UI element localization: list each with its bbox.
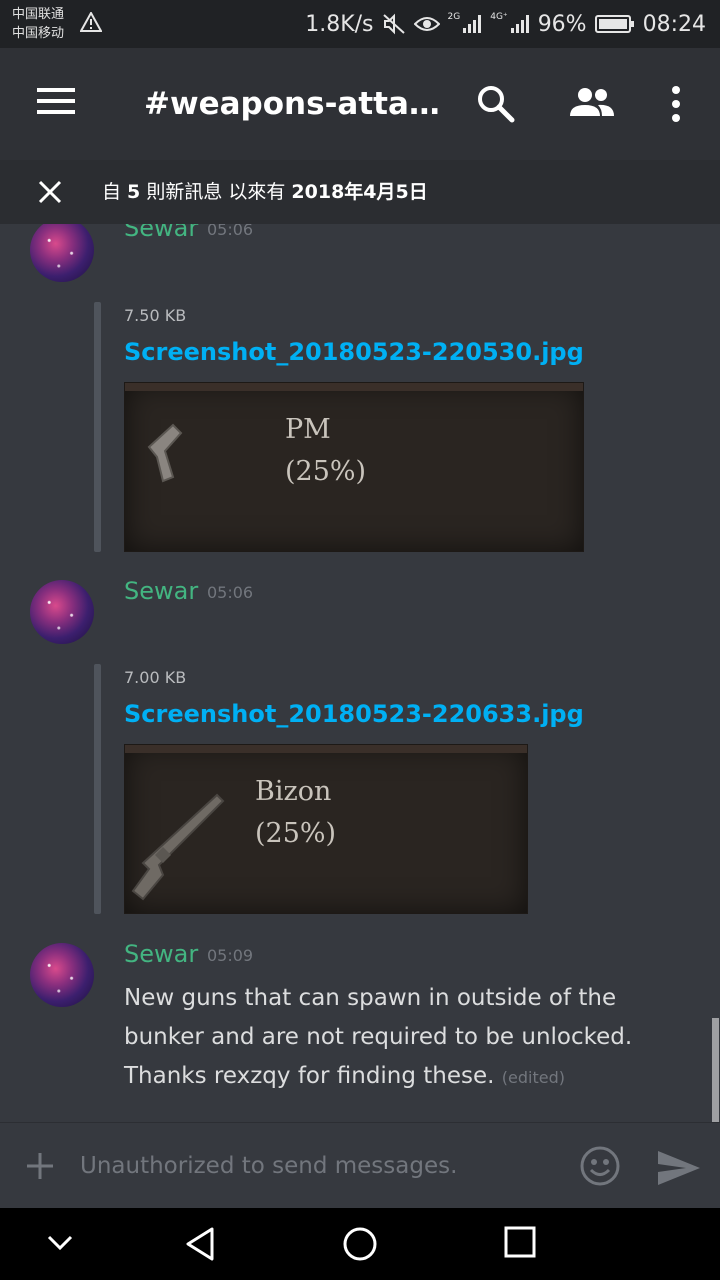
avatar[interactable] xyxy=(30,580,94,644)
image-caption-line-2: (25%) xyxy=(285,456,367,487)
recent-apps-icon[interactable] xyxy=(504,1226,536,1258)
new-messages-date: 2018年4月5日 xyxy=(291,181,428,203)
attachment-filename[interactable]: Screenshot_20180523-220633.jpg xyxy=(124,700,584,728)
battery-percent: 96% xyxy=(537,11,587,37)
attachment-border xyxy=(94,664,101,914)
attachment-size: 7.00 KB xyxy=(124,668,187,687)
new-messages-bar: 自 5 則新訊息 以來有 2018年4月5日 xyxy=(0,160,720,224)
attachment-filename[interactable]: Screenshot_20180523-220530.jpg xyxy=(124,338,584,366)
members-icon[interactable] xyxy=(568,86,616,118)
hamburger-menu-icon[interactable] xyxy=(36,86,76,116)
new-messages-count: 5 xyxy=(127,181,141,203)
clock: 08:24 xyxy=(642,11,706,37)
status-indicators: 1.8K/s 2G 4G⁺ 96% 08:24 xyxy=(305,9,706,39)
message-author[interactable]: Sewar xyxy=(124,576,198,606)
image-caption-line-1: Bizon xyxy=(255,776,332,807)
new-messages-text[interactable]: 自 5 則新訊息 以來有 2018年4月5日 xyxy=(102,180,428,204)
image-top-band xyxy=(125,745,527,753)
signal-icon-1 xyxy=(463,15,482,33)
plus-icon[interactable] xyxy=(24,1150,56,1182)
carrier-labels: 中国联通 中国移动 xyxy=(12,5,64,43)
pistol-icon xyxy=(147,423,183,483)
avatar[interactable] xyxy=(30,943,94,1007)
close-icon[interactable] xyxy=(38,180,62,204)
message-input-bar xyxy=(0,1122,720,1209)
send-icon[interactable] xyxy=(656,1149,702,1187)
network-type-1: 2G xyxy=(447,12,461,22)
image-caption-line-1: PM xyxy=(285,414,331,445)
carrier-2: 中国移动 xyxy=(12,26,65,41)
emoji-icon[interactable] xyxy=(579,1145,621,1187)
attachment-border xyxy=(94,302,101,552)
image-top-band xyxy=(125,383,583,391)
attachment-image[interactable]: Bizon (25%) xyxy=(124,744,528,914)
message-text-line-3: Thanks rexzqy for finding these. (edited… xyxy=(124,1057,664,1097)
message-time: 05:09 xyxy=(207,946,254,965)
network-speed: 1.8K/s xyxy=(305,11,374,37)
message-text-line-1: New guns that can spawn in outside of th… xyxy=(124,985,617,1011)
new-messages-middle: 則新訊息 以來有 xyxy=(140,181,292,203)
scrollbar-thumb[interactable] xyxy=(712,1018,719,1122)
message-text-line-3-text: Thanks rexzqy for finding these. xyxy=(124,1063,495,1089)
edited-label: (edited) xyxy=(501,1068,565,1087)
back-icon[interactable] xyxy=(184,1226,216,1262)
system-navigation-bar xyxy=(0,1208,720,1280)
warning-icon xyxy=(80,12,102,32)
eye-comfort-icon xyxy=(413,17,440,31)
network-type-2: 4G⁺ xyxy=(490,12,508,22)
attachment-image[interactable]: PM (25%) xyxy=(124,382,584,552)
signal-icon-2 xyxy=(510,15,529,33)
more-options-icon[interactable] xyxy=(668,84,684,124)
message-time: 05:06 xyxy=(207,583,254,602)
message-time: 05:06 xyxy=(207,224,254,239)
message-text: New guns that can spawn in outside of th… xyxy=(124,979,664,1097)
message-author[interactable]: Sewar xyxy=(124,939,198,969)
message-text-line-2: bunker and are not required to be unlock… xyxy=(124,1024,633,1050)
message-list: Sewar 05:06 7.50 KB Screenshot_20180523-… xyxy=(0,224,720,1122)
image-caption-line-2: (25%) xyxy=(255,818,337,849)
new-messages-prefix: 自 xyxy=(102,181,128,203)
home-icon[interactable] xyxy=(342,1226,378,1262)
message-author[interactable]: Sewar xyxy=(124,224,198,243)
battery-icon xyxy=(594,15,634,33)
smg-icon xyxy=(131,793,225,901)
app-bar: #weapons-attach... xyxy=(0,48,720,160)
mute-icon xyxy=(382,13,405,35)
avatar[interactable] xyxy=(30,224,94,282)
message-input[interactable] xyxy=(80,1143,560,1189)
hide-keyboard-icon[interactable] xyxy=(46,1234,74,1252)
search-icon[interactable] xyxy=(476,84,516,124)
channel-title[interactable]: #weapons-attach... xyxy=(144,80,444,128)
carrier-1: 中国联通 xyxy=(12,7,65,22)
status-bar: 中国联通 中国移动 1.8K/s 2G 4G⁺ 96% 08:24 xyxy=(0,0,720,48)
attachment-size: 7.50 KB xyxy=(124,306,187,325)
